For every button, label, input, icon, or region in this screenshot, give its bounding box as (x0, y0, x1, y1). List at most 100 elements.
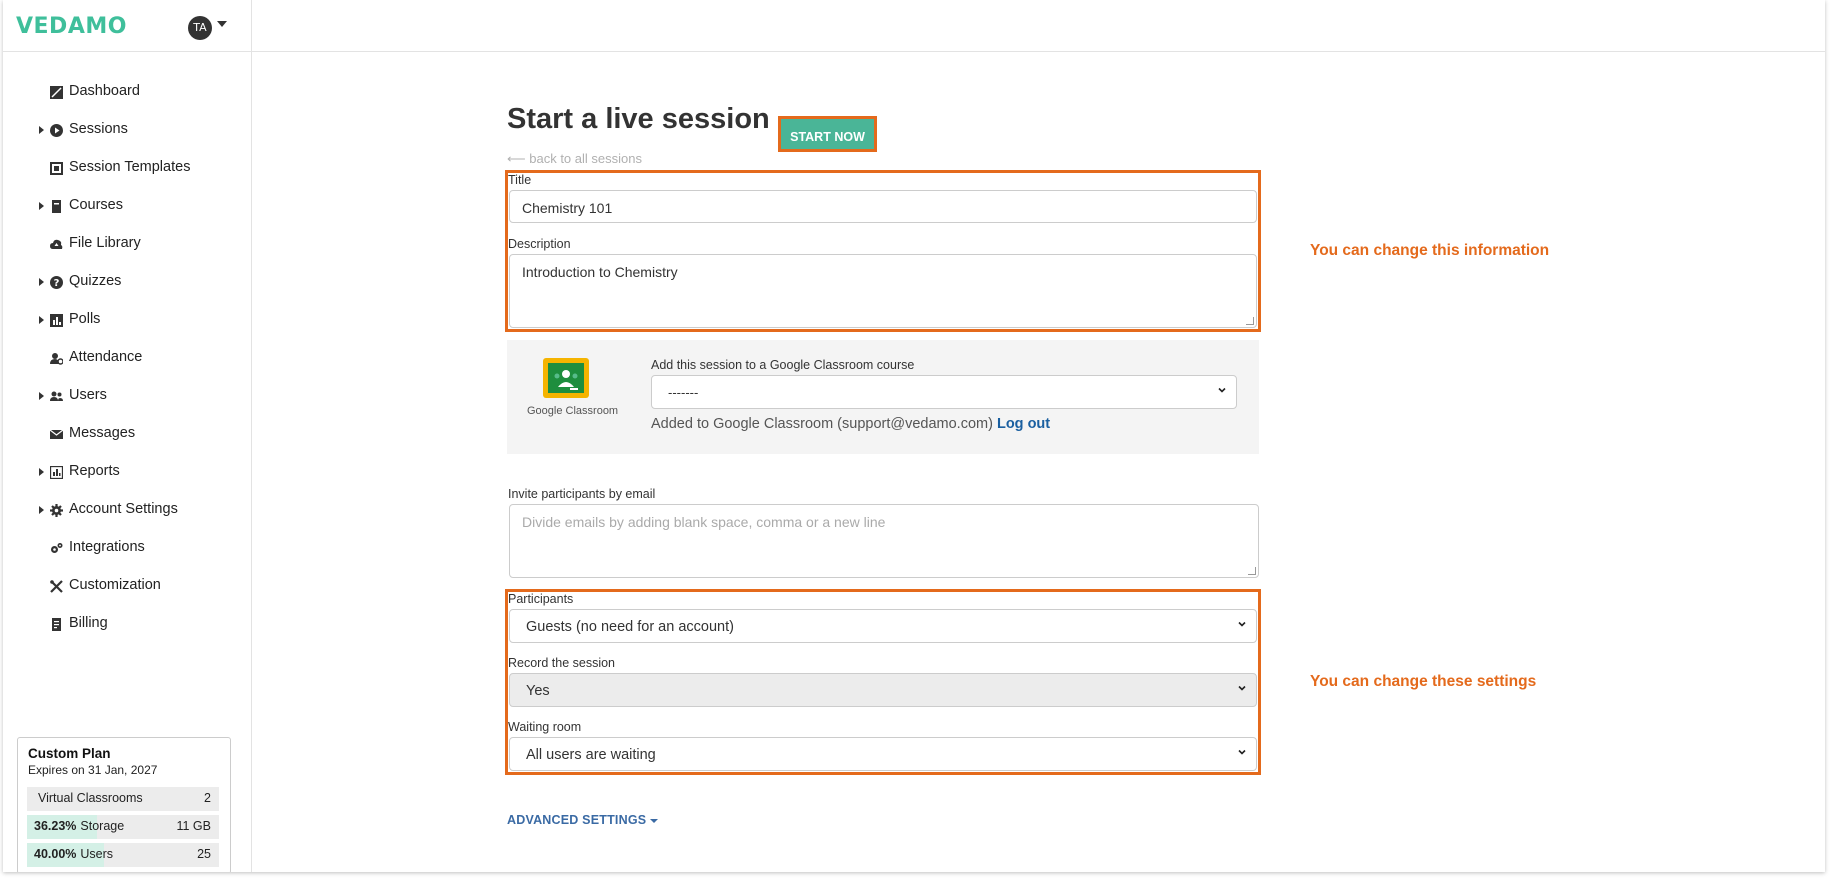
advanced-settings-toggle[interactable]: ADVANCED SETTINGS (507, 813, 659, 827)
classroom-course-select[interactable]: ------- (651, 375, 1237, 409)
record-label: Record the session (508, 656, 616, 670)
svg-text:?: ? (54, 278, 60, 289)
sidebar-item-sessions[interactable]: Sessions (3, 115, 243, 145)
sidebar-item-messages[interactable]: Messages (3, 419, 243, 449)
chevron-down-icon (1218, 387, 1226, 393)
sidebar-item-label: Integrations (69, 539, 145, 555)
poll-icon (50, 314, 63, 327)
classroom-board-icon (548, 363, 584, 393)
sidebar-item-dashboard[interactable]: Dashboard (3, 77, 243, 107)
sidebar-item-label: Dashboard (69, 83, 140, 99)
app-window: VEDAMO TA Dashboard Sessions Session Tem… (3, 0, 1825, 872)
envelope-icon (50, 429, 63, 439)
sidebar-item-label: Sessions (69, 121, 128, 137)
sidebar-item-integrations[interactable]: Integrations (3, 533, 243, 563)
plan-name: Custom Plan (28, 746, 111, 761)
description-value: Introduction to Chemistry (522, 264, 678, 280)
title-label: Title (508, 173, 532, 187)
plan-row-value: 25 (197, 847, 211, 861)
play-circle-icon (50, 124, 63, 137)
sidebar-item-account-settings[interactable]: Account Settings (3, 495, 243, 525)
caret-right-icon[interactable] (39, 278, 44, 286)
caret-right-icon[interactable] (39, 316, 44, 324)
sidebar-item-label: Account Settings (69, 501, 178, 517)
chevron-down-icon (1238, 621, 1246, 627)
chevron-down-icon (1238, 685, 1246, 691)
caret-right-icon[interactable] (39, 506, 44, 514)
settings-annotation: You can change these settings (1310, 673, 1537, 690)
record-value: Yes (526, 683, 550, 699)
caret-right-icon[interactable] (39, 468, 44, 476)
plan-row-virtual-classrooms: Virtual Classrooms 2 (27, 787, 219, 811)
classroom-course-value: ------- (668, 385, 699, 400)
people-icon (554, 370, 578, 390)
record-select[interactable]: Yes (509, 673, 1257, 707)
caret-down-icon (650, 818, 659, 823)
plan-expiration: Expires on 31 Jan, 2027 (28, 763, 158, 777)
caret-right-icon[interactable] (39, 126, 44, 134)
sidebar-item-label: File Library (69, 235, 141, 251)
classroom-status-text: Added to Google Classroom (support@vedam… (651, 416, 993, 432)
classroom-course-label: Add this session to a Google Classroom c… (651, 358, 915, 372)
start-now-button[interactable]: START NOW (778, 116, 877, 152)
sidebar-item-quizzes[interactable]: ? Quizzes (3, 267, 243, 297)
dashboard-icon (50, 86, 63, 99)
waiting-room-select[interactable]: All users are waiting (509, 737, 1257, 771)
advanced-settings-label: ADVANCED SETTINGS (507, 813, 647, 827)
classroom-status: Added to Google Classroom (support@vedam… (651, 416, 1050, 432)
resize-handle[interactable] (1246, 317, 1254, 325)
sidebar-divider (251, 0, 252, 872)
plan-row-label: 40.00% Users (34, 847, 113, 861)
google-classroom-caption: Google Classroom (527, 405, 619, 417)
chart-icon (50, 466, 63, 479)
invite-email-field[interactable]: Divide emails by adding blank space, com… (509, 504, 1259, 578)
sidebar-item-courses[interactable]: Courses (3, 191, 243, 221)
plan-row-text: Users (80, 847, 114, 861)
waiting-room-value: All users are waiting (526, 747, 656, 763)
sidebar-item-file-library[interactable]: File Library (3, 229, 243, 259)
plan-panel: Custom Plan Expires on 31 Jan, 2027 Virt… (17, 737, 231, 872)
caret-right-icon[interactable] (39, 202, 44, 210)
plan-row-percent: 36.23% (34, 819, 77, 833)
info-annotation: You can change this information (1310, 242, 1550, 259)
sidebar-item-label: Customization (69, 577, 161, 593)
sidebar-item-label: Quizzes (69, 273, 122, 289)
sidebar-item-reports[interactable]: Reports (3, 457, 243, 487)
book-icon (52, 200, 61, 213)
sidebar-item-label: Users (69, 387, 107, 403)
sidebar-item-customization[interactable]: Customization (3, 571, 243, 601)
page-title: Start a live session (507, 103, 770, 135)
google-classroom-panel: Google Classroom Add this session to a G… (507, 340, 1259, 454)
plan-row-value: 11 GB (176, 819, 211, 833)
vedamo-logo[interactable]: VEDAMO (16, 14, 127, 39)
back-to-sessions-link[interactable]: ⟵ back to all sessions (507, 151, 642, 167)
template-icon (50, 162, 63, 175)
description-field[interactable]: Introduction to Chemistry (509, 254, 1257, 328)
plan-row-users: 40.00% Users 25 (27, 843, 219, 867)
receipt-icon (52, 618, 61, 631)
title-value: Chemistry 101 (522, 200, 613, 216)
caret-right-icon[interactable] (39, 392, 44, 400)
resize-handle[interactable] (1248, 567, 1256, 575)
title-field[interactable]: Chemistry 101 (509, 190, 1257, 223)
sidebar-item-polls[interactable]: Polls (3, 305, 243, 335)
plan-row-storage: 36.23% Storage 11 GB (27, 815, 219, 839)
participants-value: Guests (no need for an account) (526, 619, 734, 635)
invite-label: Invite participants by email (508, 487, 656, 501)
plan-row-label: 36.23% Storage (34, 819, 124, 833)
users-icon (50, 391, 63, 401)
sidebar-item-users[interactable]: Users (3, 381, 243, 411)
plan-row-value: 2 (204, 791, 211, 805)
plan-row-label: Virtual Classrooms (34, 791, 143, 805)
participants-label: Participants (508, 592, 574, 606)
sidebar-item-billing[interactable]: Billing (3, 609, 243, 639)
chevron-down-icon[interactable] (217, 21, 227, 27)
sidebar-item-session-templates[interactable]: Session Templates (3, 153, 243, 183)
participants-select[interactable]: Guests (no need for an account) (509, 609, 1257, 643)
cogs-icon (51, 543, 63, 553)
avatar[interactable]: TA (188, 16, 212, 40)
sidebar-item-attendance[interactable]: Attendance (3, 343, 243, 373)
sidebar-item-label: Reports (69, 463, 120, 479)
logout-link[interactable]: Log out (997, 416, 1050, 432)
gear-icon (50, 504, 63, 517)
